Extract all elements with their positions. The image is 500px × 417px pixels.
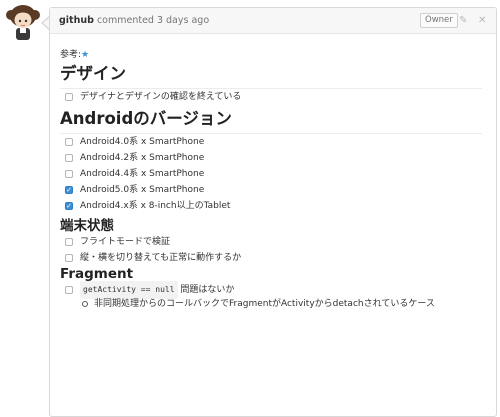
task-label: Android5.0系 x SmartPhone — [80, 185, 205, 195]
reference-line: 参考:★ — [60, 47, 482, 60]
task-label: Android4.4系 x SmartPhone — [80, 169, 205, 179]
task-item: getActivity == null 問題はないか — [65, 281, 482, 299]
close-icon[interactable]: ✕ — [478, 8, 486, 33]
task-item: ✓ Android4.x系 x 8-inch以上のTablet — [65, 198, 482, 214]
task-checkbox[interactable] — [65, 254, 73, 262]
star-icon[interactable]: ★ — [81, 50, 89, 60]
task-label: 問題はないか — [180, 285, 235, 295]
task-list-fragment: getActivity == null 問題はないか — [60, 281, 482, 299]
heading-android-version: Androidのバージョン — [60, 105, 482, 134]
heading-fragment: Fragment — [60, 266, 134, 282]
heading-design: デザイン — [60, 60, 482, 89]
task-item: Android4.2系 x SmartPhone — [65, 150, 482, 166]
task-checkbox[interactable] — [65, 286, 73, 294]
task-item: 縦・横を切り替えても正常に動作するか — [65, 250, 482, 266]
task-checkbox[interactable] — [65, 170, 73, 178]
task-label: デザイナとデザインの確認を終えている — [80, 92, 242, 102]
circle-bullet-icon — [82, 301, 88, 307]
heading-device-state: 端末状態 — [60, 218, 114, 234]
comment-header: github commented 3 days ago Owner ✎ ✕ — [50, 8, 496, 34]
task-checkbox-checked[interactable]: ✓ — [65, 186, 73, 194]
task-label: Android4.2系 x SmartPhone — [80, 153, 205, 163]
task-item: Android4.4系 x SmartPhone — [65, 166, 482, 182]
task-checkbox[interactable] — [65, 138, 73, 146]
comment-author[interactable]: github — [59, 15, 94, 26]
task-list-design: デザイナとデザインの確認を終えている — [60, 89, 482, 105]
avatar[interactable] — [4, 4, 42, 44]
task-checkbox[interactable] — [65, 238, 73, 246]
nested-list-item: 非同期処理からのコールバックでFragmentがActivityからdetach… — [82, 298, 482, 310]
inline-code: getActivity == null — [80, 281, 178, 299]
task-label: フライトモードで検証 — [80, 237, 171, 247]
task-list-device: フライトモードで検証縦・横を切り替えても正常に動作するか — [60, 234, 482, 266]
task-item: デザイナとデザインの確認を終えている — [65, 89, 482, 105]
pencil-icon[interactable]: ✎ — [459, 8, 467, 33]
comment-card: github commented 3 days ago Owner ✎ ✕ 参考:… — [49, 7, 497, 417]
task-checkbox[interactable] — [65, 154, 73, 162]
nested-list: 非同期処理からのコールバックでFragmentがActivityからdetach… — [60, 298, 482, 310]
task-item: ✓ Android5.0系 x SmartPhone — [65, 182, 482, 198]
comment-body: 参考:★ デザイン デザイナとデザインの確認を終えている Androidのバージ… — [50, 47, 496, 310]
task-item: フライトモードで検証 — [65, 234, 482, 250]
comment-timestamp[interactable]: commented 3 days ago — [97, 15, 209, 26]
task-checkbox-checked[interactable]: ✓ — [65, 202, 73, 210]
reference-label: 参考: — [60, 50, 82, 60]
task-label: Android4.0系 x SmartPhone — [80, 137, 205, 147]
nested-item-label: 非同期処理からのコールバックでFragmentがActivityからdetach… — [94, 299, 435, 309]
task-label: 縦・横を切り替えても正常に動作するか — [80, 253, 242, 263]
task-item: Android4.0系 x SmartPhone — [65, 134, 482, 150]
task-list-android: Android4.0系 x SmartPhone Android4.2系 x Sm… — [60, 134, 482, 214]
owner-badge: Owner — [420, 13, 458, 28]
task-label: Android4.x系 x 8-inch以上のTablet — [80, 201, 231, 211]
task-checkbox[interactable] — [65, 93, 73, 101]
